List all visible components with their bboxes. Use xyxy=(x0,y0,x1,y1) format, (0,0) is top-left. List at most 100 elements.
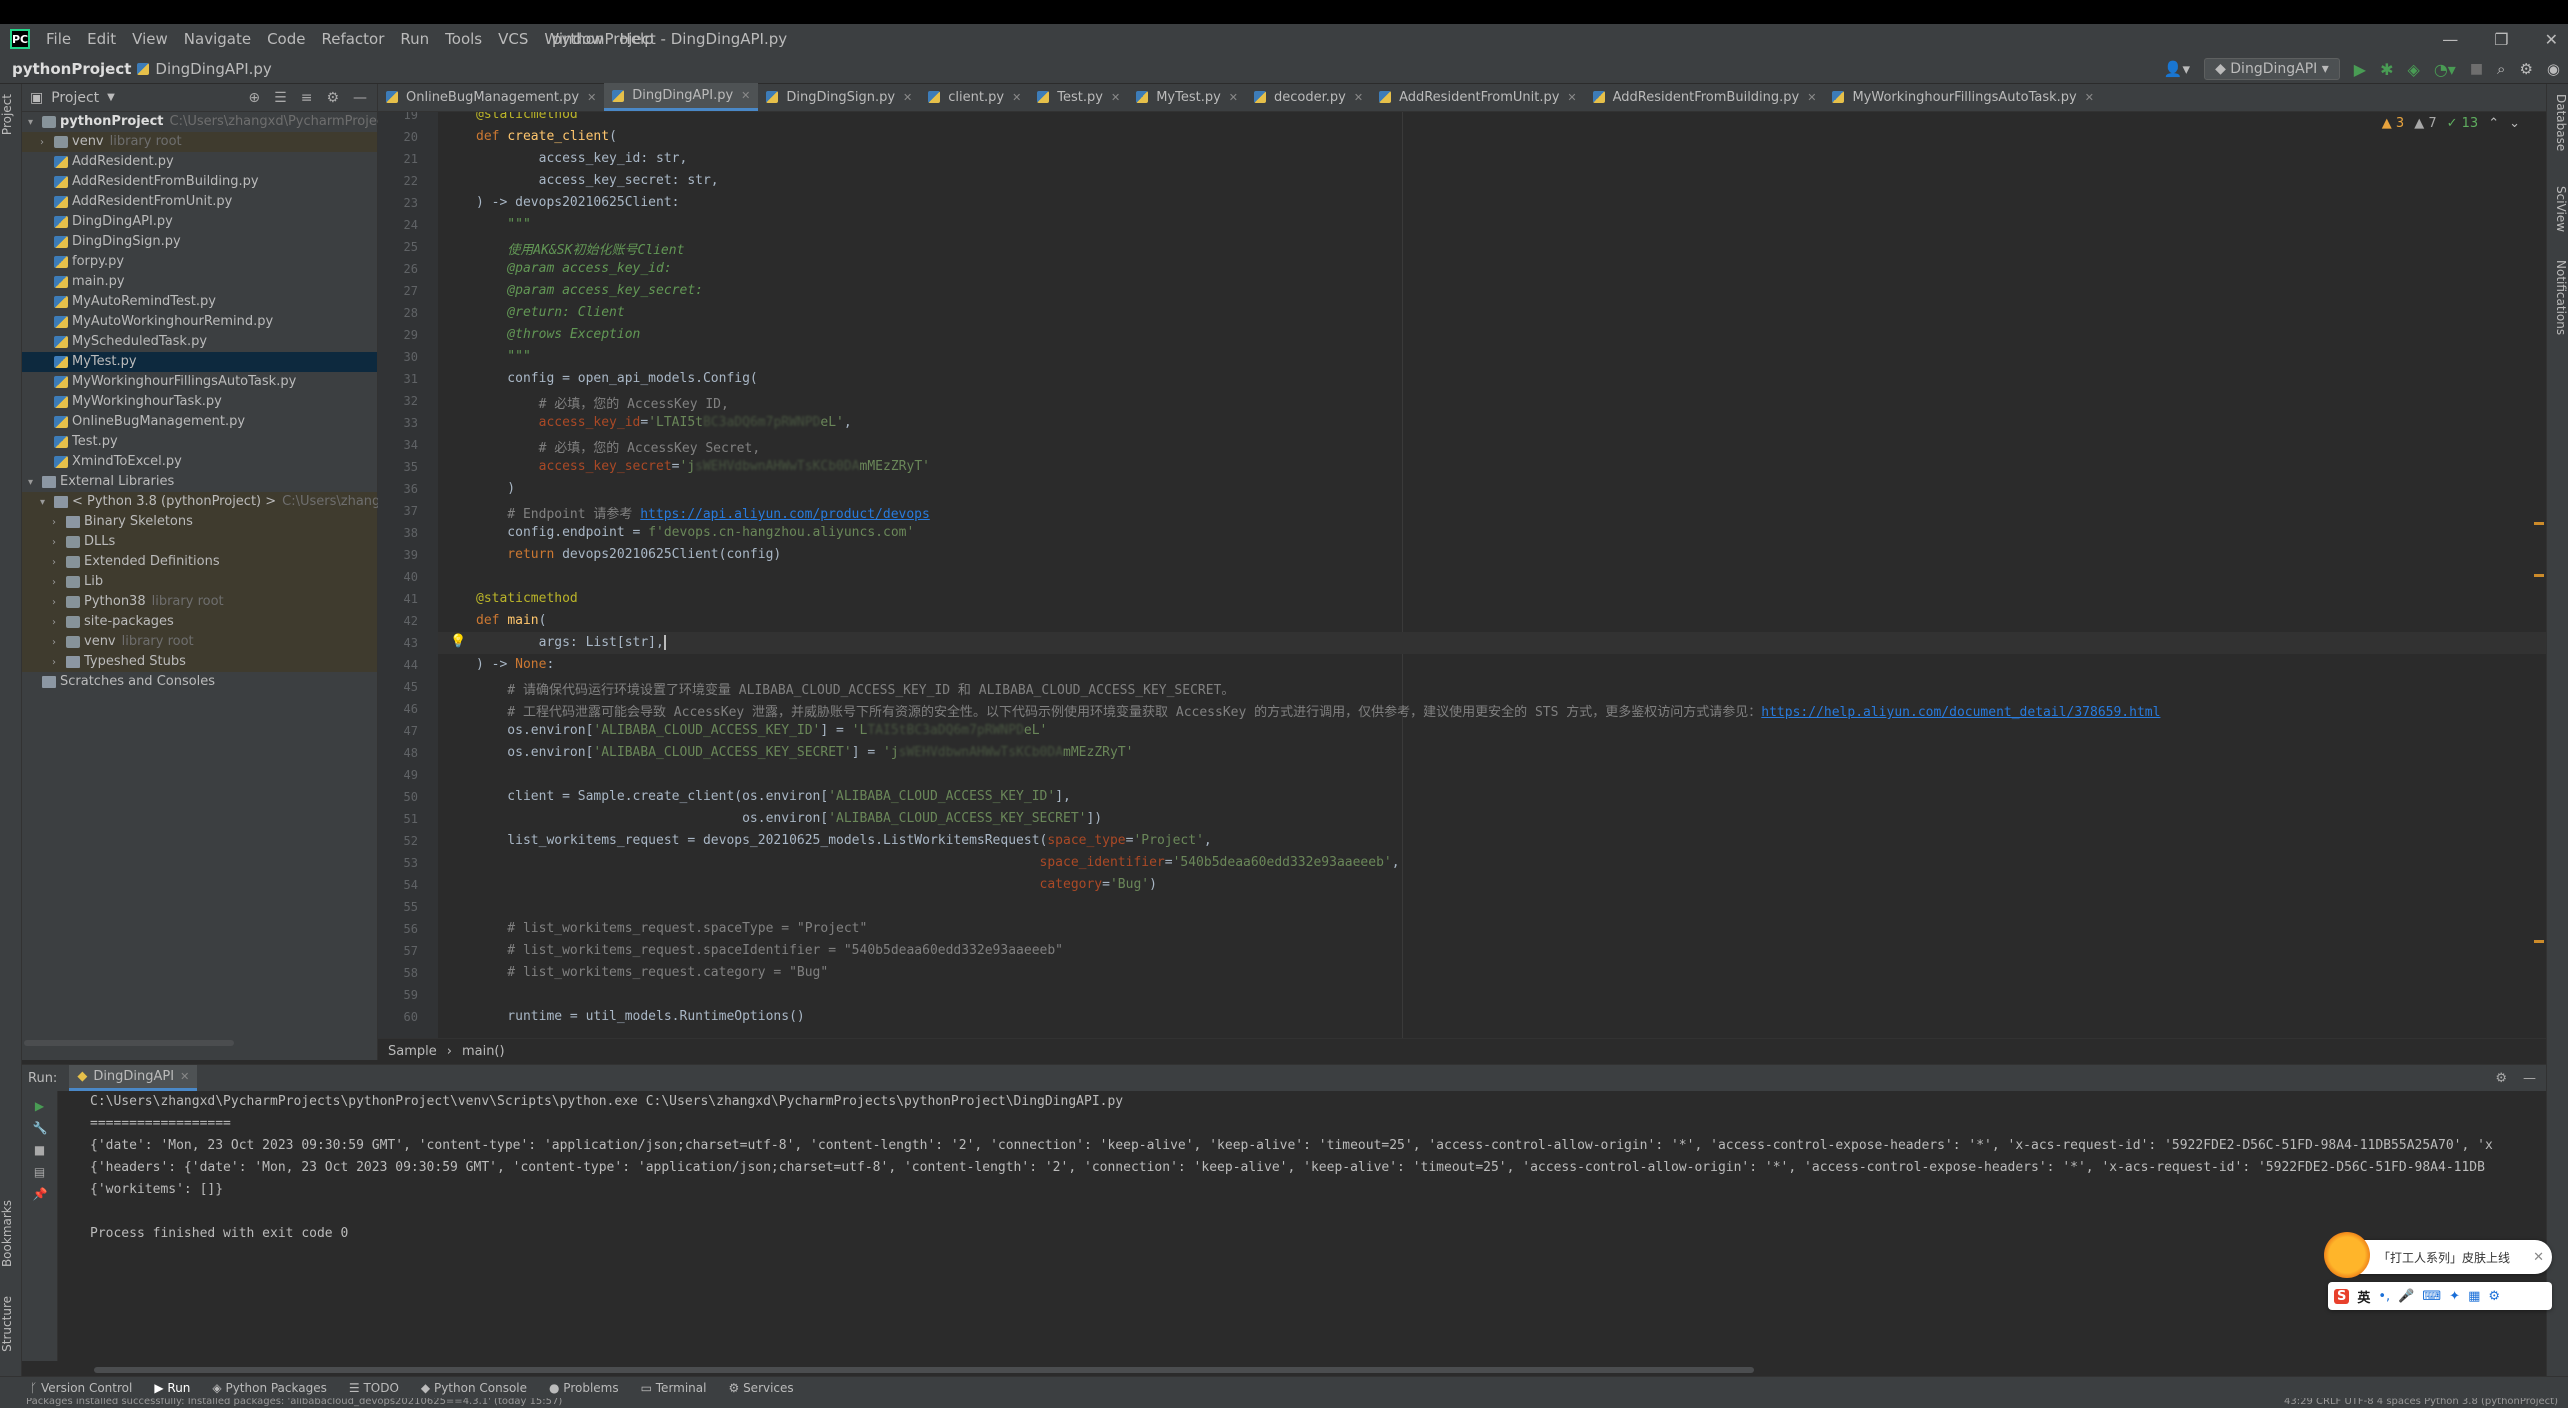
tree-item[interactable]: › venv library root xyxy=(22,632,377,652)
intention-bulb-icon[interactable]: 💡 xyxy=(450,634,466,649)
keyboard-icon[interactable]: ⌨ xyxy=(2422,1289,2441,1304)
line-number[interactable]: 48 xyxy=(378,746,418,760)
editor-tab[interactable]: decoder.py ✕ xyxy=(1246,83,1371,111)
breadcrumb-file[interactable]: DingDingAPI.py xyxy=(155,60,271,78)
breadcrumb-class[interactable]: Sample xyxy=(388,1044,437,1059)
close-icon[interactable]: ✕ xyxy=(180,1070,189,1083)
chevron-up-icon[interactable]: ⌃ xyxy=(2488,116,2499,131)
line-number[interactable]: 24 xyxy=(378,218,418,232)
editor-tab[interactable]: DingDingSign.py ✕ xyxy=(758,83,920,111)
line-number[interactable]: 31 xyxy=(378,372,418,386)
close-icon[interactable]: ✕ xyxy=(1229,91,1238,104)
ime-settings-icon[interactable]: ⚙ xyxy=(2488,1289,2500,1304)
skin-icon[interactable]: ✦ xyxy=(2449,1289,2460,1304)
chevron-right-icon[interactable]: › xyxy=(52,593,66,613)
tree-item[interactable]: MyWorkinghourTask.py xyxy=(22,392,377,412)
coverage-icon[interactable]: ◈ xyxy=(2408,60,2420,79)
chevron-down-icon[interactable]: ▾ xyxy=(28,473,42,493)
line-number[interactable]: 34 xyxy=(378,438,418,452)
editor-tab[interactable]: AddResidentFromBuilding.py ✕ xyxy=(1585,83,1825,111)
line-number[interactable]: 42 xyxy=(378,614,418,628)
warning-count[interactable]: ▲ 3 xyxy=(2382,116,2404,131)
console-output[interactable]: C:\Users\zhangxd\PycharmProjects\pythonP… xyxy=(90,1091,2540,1245)
code-line[interactable]: """ xyxy=(476,349,531,364)
line-number[interactable]: 56 xyxy=(378,922,418,936)
line-number[interactable]: 60 xyxy=(378,1010,418,1024)
tree-item[interactable]: › Typeshed Stubs xyxy=(22,652,377,672)
chevron-down-icon[interactable]: ⌄ xyxy=(2509,116,2520,131)
collapse-all-icon[interactable]: ≡ xyxy=(301,90,313,106)
line-number[interactable]: 53 xyxy=(378,856,418,870)
chevron-down-icon[interactable]: ▼ xyxy=(107,92,115,103)
line-number[interactable]: 35 xyxy=(378,460,418,474)
rerun-icon[interactable]: ▶ xyxy=(33,1099,47,1113)
toolbox-icon[interactable]: ▦ xyxy=(2468,1289,2480,1304)
search-icon[interactable]: ⌕ xyxy=(2497,60,2505,78)
run-tab[interactable]: ◆ DingDingAPI ✕ xyxy=(69,1065,198,1091)
line-number[interactable]: 32 xyxy=(378,394,418,408)
console-line[interactable]: C:\Users\zhangxd\PycharmProjects\pythonP… xyxy=(90,1091,2540,1113)
console-line[interactable]: Process finished with exit code 0 xyxy=(90,1223,2540,1245)
line-number-gutter[interactable]: 19 20 21 22 23 24 25 26 27 28 29 30 31 32 33 34 35 36 37 38… xyxy=(378,112,438,1038)
line-number[interactable]: 38 xyxy=(378,526,418,540)
line-number[interactable]: 49 xyxy=(378,768,418,782)
tree-item[interactable]: DingDingAPI.py xyxy=(22,212,377,232)
menu-refactor[interactable]: Refactor xyxy=(313,30,392,48)
code-line[interactable]: access_key_secret='jsWEHVdbwnAHWwTsKCb0D… xyxy=(476,459,930,474)
tree-item[interactable]: AddResidentFromUnit.py xyxy=(22,192,377,212)
tree-item[interactable]: › Python38 library root xyxy=(22,592,377,612)
status-info[interactable]: 43:29 CRLF UTF-8 4 spaces Python 3.8 (py… xyxy=(2284,1398,2558,1407)
chevron-right-icon[interactable]: › xyxy=(52,533,66,553)
close-icon[interactable]: ✕ xyxy=(587,91,596,104)
editor-tab[interactable]: Test.py ✕ xyxy=(1029,83,1128,111)
tree-item[interactable]: ▾ pythonProject C:\Users\zhangxd\PycharmPr… xyxy=(22,112,416,132)
code-line[interactable]: args: List[str], xyxy=(476,635,666,650)
editor-tab[interactable]: AddResidentFromUnit.py ✕ xyxy=(1371,83,1585,111)
tree-item[interactable]: MyAutoRemindTest.py xyxy=(22,292,377,312)
code-line[interactable]: ) -> None: xyxy=(476,657,554,672)
close-window-button[interactable]: ✕ xyxy=(2545,30,2558,49)
line-number[interactable]: 26 xyxy=(378,262,418,276)
tree-item[interactable]: › Binary Skeletons xyxy=(22,512,377,532)
editor-tab[interactable]: MyWorkinghourFillingsAutoTask.py ✕ xyxy=(1824,83,2102,111)
tree-item[interactable]: ▾ External Libraries xyxy=(22,472,377,492)
line-number[interactable]: 51 xyxy=(378,812,418,826)
code-line[interactable]: # 请确保代码运行环境设置了环境变量 ALIBABA_CLOUD_ACCESS_… xyxy=(476,679,1234,698)
breadcrumb-method[interactable]: main() xyxy=(462,1044,505,1059)
menu-file[interactable]: File xyxy=(38,30,79,48)
tree-item[interactable]: MyScheduledTask.py xyxy=(22,332,377,352)
code-line[interactable]: # 工程代码泄露可能会导致 AccessKey 泄露，并威胁账号下所有资源的安全… xyxy=(476,701,2160,720)
line-number[interactable]: 55 xyxy=(378,900,418,914)
tree-item[interactable]: MyAutoWorkinghourRemind.py xyxy=(22,312,377,332)
code-line[interactable]: config.endpoint = f'devops.cn-hangzhou.a… xyxy=(476,525,914,540)
typo-count[interactable]: ✓ 13 xyxy=(2447,116,2479,131)
wrench-icon[interactable]: 🔧 xyxy=(33,1121,48,1135)
line-number[interactable]: 28 xyxy=(378,306,418,320)
ime-language-toggle[interactable]: 英 xyxy=(2357,1287,2370,1306)
line-number[interactable]: 39 xyxy=(378,548,418,562)
line-number[interactable]: 44 xyxy=(378,658,418,672)
close-icon[interactable]: ✕ xyxy=(2085,91,2094,104)
tree-item[interactable]: DingDingSign.py xyxy=(22,232,377,252)
code-line[interactable]: config = open_api_models.Config( xyxy=(476,371,757,386)
line-number[interactable]: 20 xyxy=(378,130,418,144)
console-hscrollbar[interactable] xyxy=(94,1367,1754,1373)
line-number[interactable]: 37 xyxy=(378,504,418,518)
hide-icon[interactable]: — xyxy=(353,90,367,106)
stop-icon[interactable]: ■ xyxy=(33,1143,47,1157)
line-number[interactable]: 54 xyxy=(378,878,418,892)
hide-icon[interactable]: — xyxy=(2523,1071,2536,1086)
ime-skin-banner[interactable]: 「打工人系列」皮肤上线 ✕ xyxy=(2324,1232,2552,1278)
chevron-right-icon[interactable]: › xyxy=(52,613,66,633)
code-line[interactable]: # Endpoint 请参考 https://api.aliyun.com/pr… xyxy=(476,503,930,522)
status-message[interactable]: Packages installed successfully: Install… xyxy=(26,1398,562,1407)
code-line[interactable]: access_key_id='LTAI5tBC3aDQ6m7pRWNPDeL', xyxy=(476,415,852,430)
close-icon[interactable]: ✕ xyxy=(1354,91,1363,104)
tool-window-button[interactable]: ▭ Terminal xyxy=(641,1381,707,1395)
code-line[interactable]: @staticmethod xyxy=(476,112,578,122)
code-line[interactable]: def main( xyxy=(476,613,546,628)
line-number[interactable]: 23 xyxy=(378,196,418,210)
code-line[interactable]: category='Bug') xyxy=(476,877,1157,892)
project-panel-title[interactable]: Project xyxy=(51,90,99,106)
microphone-icon[interactable]: 🎤 xyxy=(2398,1289,2414,1304)
